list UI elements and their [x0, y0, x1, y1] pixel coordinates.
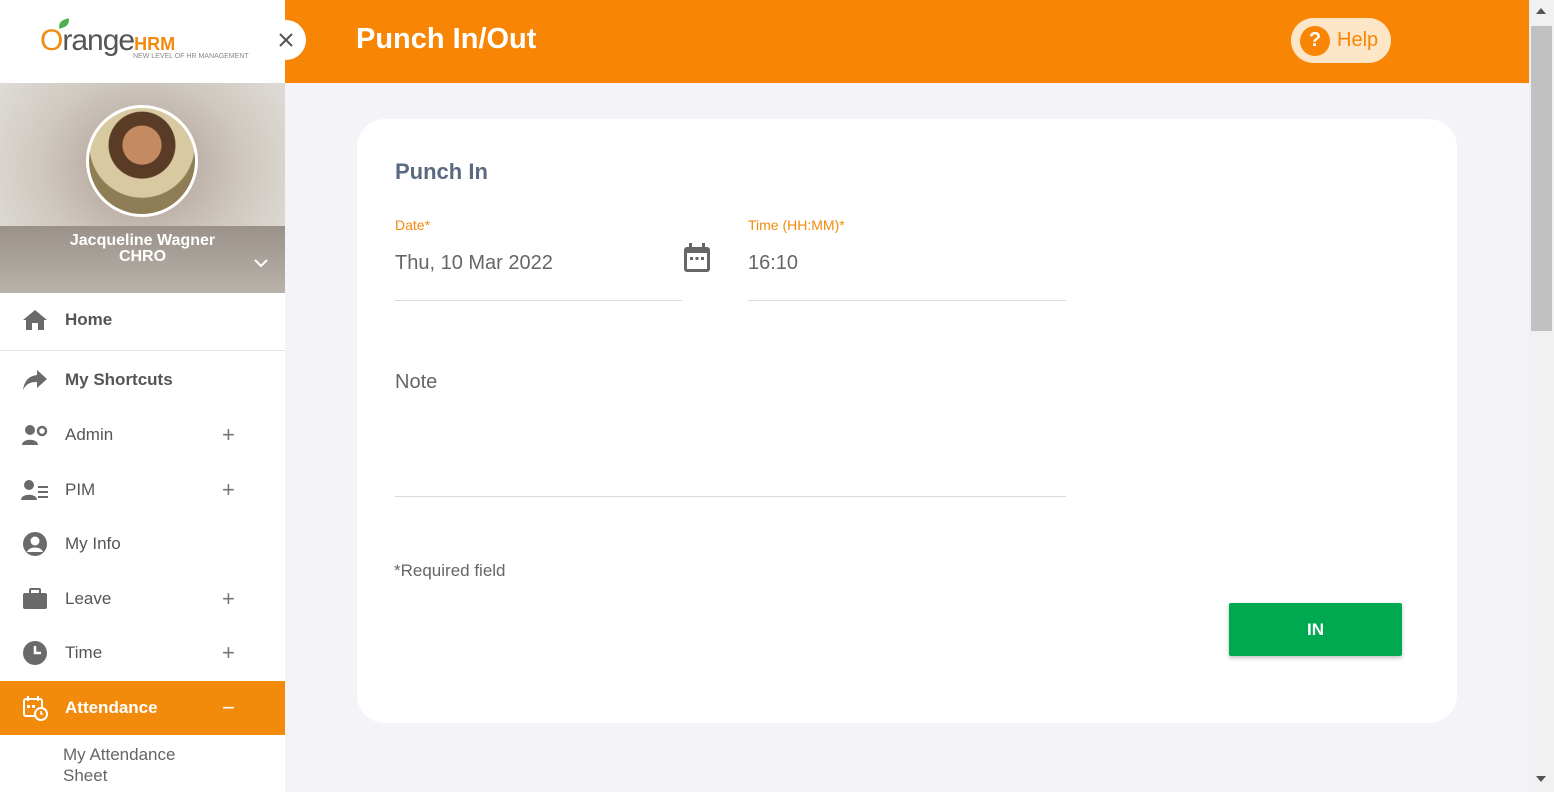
chevron-down-icon[interactable]: [254, 255, 268, 271]
sidebar-item-label: My Info: [65, 534, 121, 553]
vertical-scrollbar[interactable]: [1529, 0, 1554, 792]
sidebar-item-label: Home: [65, 310, 113, 329]
sidebar-item-admin[interactable]: Admin +: [0, 408, 285, 462]
expand-icon[interactable]: +: [222, 422, 235, 448]
time-field[interactable]: 16:10: [748, 252, 798, 275]
sidebar-item-time[interactable]: Time +: [0, 626, 285, 680]
sidebar-item-label: My Shortcuts: [65, 370, 173, 389]
date-field[interactable]: Thu, 10 Mar 2022: [395, 252, 553, 275]
user-list-icon: [21, 476, 49, 504]
close-sidebar-button[interactable]: [266, 20, 306, 60]
expand-icon[interactable]: +: [222, 586, 235, 612]
logo-tagline: NEW LEVEL OF HR MANAGEMENT: [133, 53, 249, 60]
expand-icon[interactable]: +: [222, 477, 235, 503]
collapse-icon[interactable]: −: [222, 695, 235, 721]
clock-icon: [21, 639, 49, 667]
user-name: Jacqueline Wagner: [69, 232, 216, 249]
close-icon: [279, 33, 293, 47]
sidebar-item-shortcuts[interactable]: My Shortcuts: [0, 353, 285, 407]
note-underline: [395, 496, 1066, 497]
home-icon: [21, 306, 49, 334]
question-icon: ?: [1300, 25, 1330, 56]
help-label: Help: [1337, 29, 1379, 51]
calendar-icon[interactable]: [683, 243, 711, 273]
scroll-up-icon[interactable]: [1536, 8, 1546, 14]
user-circle-icon: [21, 530, 49, 558]
sidebar-item-myinfo[interactable]: My Info: [0, 517, 285, 571]
sidebar-item-label: Leave: [65, 589, 112, 608]
required-field-note: *Required field: [394, 561, 506, 580]
share-arrow-icon: [21, 366, 49, 394]
date-label: Date*: [395, 217, 431, 233]
user-gear-icon: [21, 421, 49, 449]
note-field[interactable]: Note: [395, 371, 437, 394]
section-title: Punch In: [395, 159, 488, 184]
orangehrm-logo: OrangeHRM NEW LEVEL OF HR MANAGEMENT: [0, 0, 285, 83]
user-profile[interactable]: Jacqueline Wagner CHRO: [0, 83, 285, 293]
sidebar-item-attendance[interactable]: Attendance −: [0, 681, 285, 735]
punch-in-button[interactable]: IN: [1229, 603, 1402, 656]
help-button[interactable]: ? Help: [1291, 18, 1391, 63]
calendar-clock-icon: [21, 694, 49, 722]
sidebar: OrangeHRM NEW LEVEL OF HR MANAGEMENT Jac…: [0, 0, 285, 792]
scrollbar-thumb[interactable]: [1531, 26, 1552, 331]
sidebar-item-home[interactable]: Home: [0, 293, 285, 347]
avatar: [86, 105, 198, 217]
sidebar-subitem-my-attendance-sheet[interactable]: My Attendance Sheet: [63, 744, 175, 786]
sidebar-item-label: PIM: [65, 480, 96, 499]
page-title: Punch In/Out: [356, 23, 537, 55]
date-underline: [395, 300, 682, 301]
sidebar-item-leave[interactable]: Leave +: [0, 572, 285, 626]
sidebar-item-label: Time: [65, 643, 103, 662]
divider: [0, 350, 285, 351]
briefcase-icon: [21, 585, 49, 613]
expand-icon[interactable]: +: [222, 640, 235, 666]
time-underline: [748, 300, 1066, 301]
top-header: Punch In/Out ? Help: [285, 0, 1529, 83]
sidebar-item-label: Attendance: [65, 698, 158, 717]
user-role: CHRO: [118, 248, 167, 265]
punch-in-card: Punch In Date* Thu, 10 Mar 2022 Time (HH…: [357, 119, 1457, 723]
sidebar-item-label: Admin: [65, 425, 114, 444]
sidebar-item-pim[interactable]: PIM +: [0, 463, 285, 517]
time-label: Time (HH:MM)*: [748, 217, 845, 233]
scroll-down-icon[interactable]: [1536, 776, 1546, 782]
